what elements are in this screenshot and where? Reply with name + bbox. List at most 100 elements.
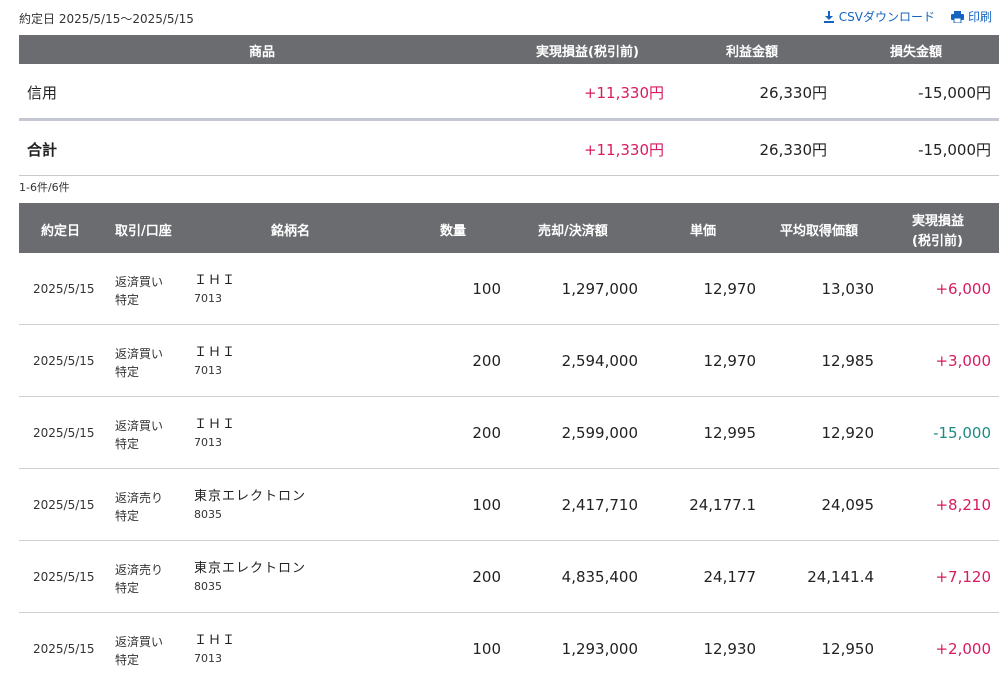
- summary-row-total: 合計 +11,330円 26,330円 -15,000円: [19, 121, 999, 176]
- summary-total-realized: +11,330円: [583, 141, 664, 159]
- summary-product: 信用: [27, 84, 58, 102]
- table-row: 2025/5/15 返済買い 特定 ＩＨＩ 7013 200 2,599,000…: [19, 397, 999, 469]
- table-row: 2025/5/15 返済売り 特定 東京エレクトロン 8035 200 4,83…: [19, 541, 999, 613]
- summary-total-profit: 26,330円: [759, 141, 828, 159]
- top-bar: 約定日 2025/5/15〜2025/5/15 CSVダウンロード 印刷: [0, 0, 1002, 34]
- row-avg-price: 24,141.4: [807, 568, 874, 586]
- row-trade: 返済買い: [115, 635, 164, 649]
- row-date: 2025/5/15: [33, 498, 95, 512]
- row-amount: 2,594,000: [561, 352, 638, 370]
- table-row: 2025/5/15 返済買い 特定 ＩＨＩ 7013 100 1,297,000…: [19, 253, 999, 325]
- row-stock-code: 7013: [194, 364, 222, 377]
- row-stock-code: 8035: [194, 580, 222, 593]
- row-date: 2025/5/15: [33, 282, 95, 296]
- row-amount: 4,835,400: [561, 568, 638, 586]
- row-unit-price: 12,995: [703, 424, 757, 442]
- table-row: 2025/5/15 返済売り 特定 東京エレクトロン 8035 100 2,41…: [19, 469, 999, 541]
- row-stock-name: 東京エレクトロン: [194, 561, 307, 576]
- summary-realized: +11,330円: [583, 84, 664, 102]
- row-qty: 200: [472, 568, 501, 586]
- col-avg: 平均取得価額: [780, 224, 859, 239]
- summary-profit: 26,330円: [759, 84, 828, 102]
- col-qty: 数量: [440, 224, 467, 239]
- row-stock-name: ＩＨＩ: [194, 417, 237, 432]
- csv-download-label: CSVダウンロード: [838, 10, 935, 24]
- summary-total-loss: -15,000円: [918, 141, 991, 159]
- row-amount: 1,297,000: [561, 280, 638, 298]
- row-unit-price: 24,177.1: [689, 496, 756, 514]
- row-unit-price: 24,177: [703, 568, 757, 586]
- row-amount: 2,417,710: [561, 496, 638, 514]
- row-trade: 返済買い: [115, 419, 164, 433]
- col-loss: 損失金額: [890, 45, 943, 60]
- row-pl: +8,210: [935, 496, 991, 514]
- print-label: 印刷: [967, 10, 992, 24]
- row-stock-code: 7013: [194, 652, 222, 665]
- detail-header: 約定日 取引/口座 銘柄名 数量 売却/決済額 単価 平均取得価額 実現損益 (…: [19, 203, 999, 253]
- table-row: 2025/5/15 返済買い 特定 ＩＨＩ 7013 200 2,594,000…: [19, 325, 999, 397]
- print-link[interactable]: 印刷: [950, 8, 992, 25]
- row-unit-price: 12,970: [703, 352, 757, 370]
- row-stock-code: 7013: [194, 436, 222, 449]
- row-pl: +6,000: [935, 280, 991, 298]
- row-stock-name: ＩＨＩ: [194, 273, 237, 288]
- col-type: 取引/口座: [115, 224, 172, 239]
- detail-table: 約定日 取引/口座 銘柄名 数量 売却/決済額 単価 平均取得価額 実現損益 (…: [19, 203, 999, 681]
- top-actions: CSVダウンロード 印刷: [823, 8, 992, 25]
- summary-header: 商品 実現損益(税引前) 利益金額 損失金額: [19, 35, 999, 64]
- summary-table: 商品 実現損益(税引前) 利益金額 損失金額 信用 +11,330円 26,33…: [19, 35, 999, 176]
- col-pl-line2: (税引前): [912, 234, 963, 249]
- printer-icon: [950, 10, 964, 23]
- summary-loss: -15,000円: [918, 84, 991, 102]
- row-stock-name: 東京エレクトロン: [194, 489, 307, 504]
- row-avg-price: 12,950: [821, 640, 875, 658]
- csv-download-link[interactable]: CSVダウンロード: [823, 8, 935, 25]
- row-date: 2025/5/15: [33, 426, 95, 440]
- row-avg-price: 13,030: [821, 280, 875, 298]
- row-qty: 100: [472, 496, 501, 514]
- summary-total-label: 合計: [27, 141, 58, 159]
- row-pl: +7,120: [935, 568, 991, 586]
- col-realized: 実現損益(税引前): [536, 45, 639, 60]
- row-account: 特定: [115, 509, 140, 523]
- row-stock-code: 7013: [194, 292, 222, 305]
- row-trade: 返済売り: [115, 563, 164, 577]
- row-avg-price: 12,985: [821, 352, 875, 370]
- col-pl-line1: 実現損益: [912, 214, 965, 229]
- row-stock-name: ＩＨＩ: [194, 633, 237, 648]
- row-pl: -15,000: [933, 424, 991, 442]
- row-stock-name: ＩＨＩ: [194, 345, 237, 360]
- row-trade: 返済買い: [115, 347, 164, 361]
- row-account: 特定: [115, 437, 140, 451]
- row-date: 2025/5/15: [33, 570, 95, 584]
- row-amount: 2,599,000: [561, 424, 638, 442]
- col-amount: 売却/決済額: [538, 224, 608, 239]
- row-trade: 返済買い: [115, 275, 164, 289]
- row-stock-code: 8035: [194, 508, 222, 521]
- row-pl: +2,000: [935, 640, 991, 658]
- col-name: 銘柄名: [271, 224, 311, 239]
- row-avg-price: 24,095: [821, 496, 875, 514]
- row-date: 2025/5/15: [33, 354, 95, 368]
- row-unit-price: 12,930: [703, 640, 757, 658]
- row-account: 特定: [115, 653, 140, 667]
- row-trade: 返済売り: [115, 491, 164, 505]
- row-qty: 200: [472, 352, 501, 370]
- row-qty: 200: [472, 424, 501, 442]
- row-account: 特定: [115, 365, 140, 379]
- row-account: 特定: [115, 581, 140, 595]
- col-profit: 利益金額: [726, 45, 779, 60]
- row-account: 特定: [115, 293, 140, 307]
- col-product: 商品: [249, 45, 276, 60]
- col-date: 約定日: [41, 224, 81, 239]
- summary-row-margin: 信用 +11,330円 26,330円 -15,000円: [19, 64, 999, 121]
- row-qty: 100: [472, 640, 501, 658]
- row-unit-price: 12,970: [703, 280, 757, 298]
- col-unit: 単価: [690, 224, 717, 239]
- download-icon: [823, 10, 834, 23]
- date-range-label: 約定日 2025/5/15〜2025/5/15: [19, 12, 194, 26]
- row-date: 2025/5/15: [33, 642, 95, 656]
- table-row: 2025/5/15 返済買い 特定 ＩＨＩ 7013 100 1,293,000…: [19, 613, 999, 681]
- row-amount: 1,293,000: [561, 640, 638, 658]
- row-pl: +3,000: [935, 352, 991, 370]
